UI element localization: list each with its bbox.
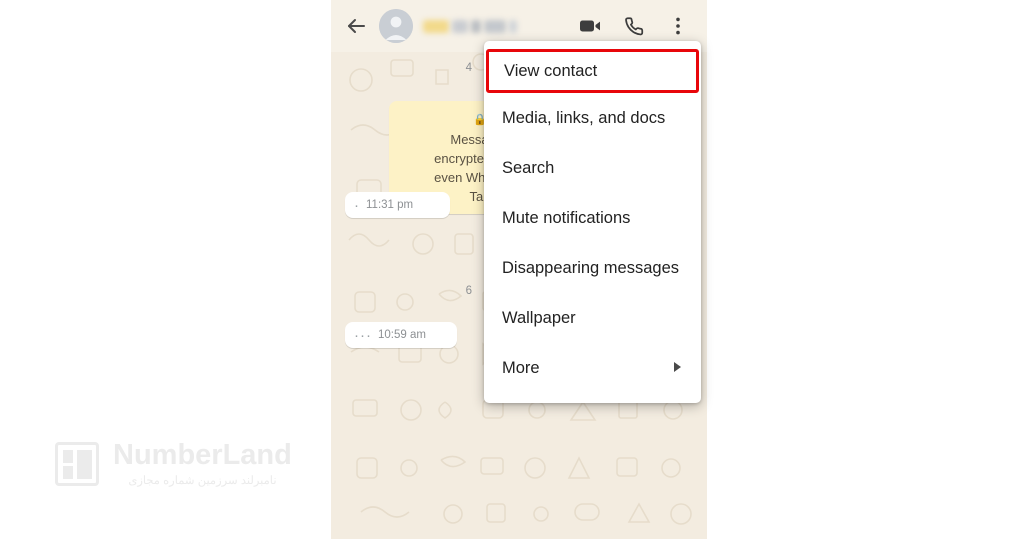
menu-item-label: Mute notifications: [502, 208, 631, 227]
menu-item-media-links-and-docs[interactable]: Media, links, and docs: [484, 93, 701, 143]
menu-item-label: Media, links, and docs: [502, 108, 666, 127]
menu-item-search[interactable]: Search: [484, 143, 701, 193]
menu-item-label: More: [502, 358, 540, 377]
chevron-right-icon: [673, 361, 683, 376]
date-stamp-mid: 6: [465, 285, 472, 297]
menu-item-wallpaper[interactable]: Wallpaper: [484, 293, 701, 343]
menu-item-mute-notifications[interactable]: Mute notifications: [484, 193, 701, 243]
phone-icon[interactable]: [619, 11, 649, 41]
arrow-left-icon[interactable]: [341, 11, 371, 41]
menu-item-disappearing-messages[interactable]: Disappearing messages: [484, 243, 701, 293]
contact-name-redacted: [423, 15, 575, 37]
message-placeholder-dots: ·: [354, 197, 360, 214]
chat-bubble-incoming-1[interactable]: · 11:31 pm: [345, 192, 450, 218]
numberland-logo-icon: [55, 441, 99, 486]
video-camera-icon[interactable]: [575, 11, 605, 41]
chat-bubble-incoming-2[interactable]: ··· 10:59 am: [345, 322, 457, 348]
menu-item-label: Disappearing messages: [502, 258, 680, 277]
more-vertical-icon[interactable]: [663, 11, 693, 41]
message-placeholder-dots: ···: [354, 327, 372, 344]
message-timestamp: 11:31 pm: [366, 199, 414, 211]
watermark-brand: NumberLand: [113, 439, 292, 471]
watermark-tagline: نامبرلند سرزمین شماره مجازی: [128, 475, 277, 487]
menu-item-label: View contact: [504, 61, 598, 80]
menu-item-label: Search: [502, 158, 555, 177]
date-stamp-top: 4: [465, 62, 472, 74]
menu-item-view-contact[interactable]: View contact: [486, 49, 699, 93]
avatar[interactable]: [371, 9, 413, 43]
menu-item-label: Wallpaper: [502, 308, 576, 327]
menu-item-more[interactable]: More: [484, 343, 701, 393]
watermark: NumberLand نامبرلند سرزمین شماره مجازی: [55, 440, 292, 487]
overflow-menu: View contact Media, links, and docs Sear…: [484, 41, 701, 403]
message-timestamp: 10:59 am: [378, 329, 426, 341]
